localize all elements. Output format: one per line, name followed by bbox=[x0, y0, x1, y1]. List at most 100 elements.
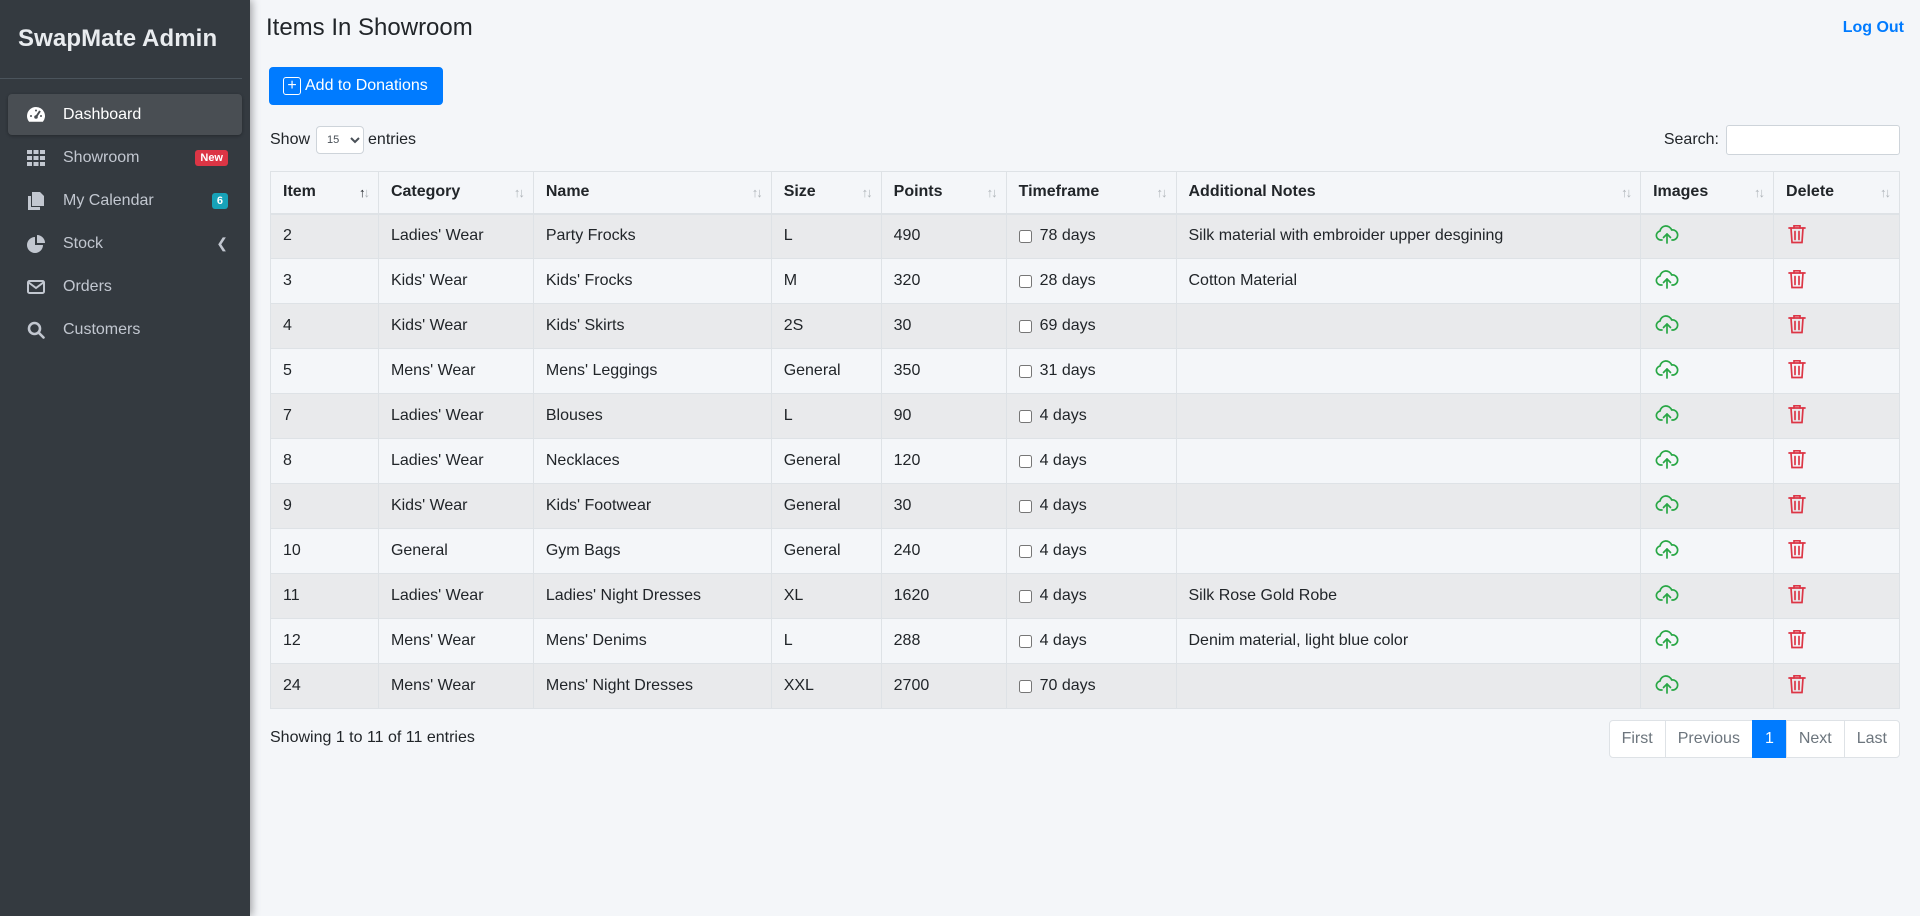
timeframe-checkbox[interactable] bbox=[1018, 409, 1032, 423]
cell-item: 3 bbox=[270, 258, 379, 304]
sidebar-item-dashboard[interactable]: Dashboard bbox=[8, 94, 242, 135]
table-search: Search: bbox=[1664, 125, 1900, 155]
cloud-upload-icon[interactable] bbox=[1655, 359, 1679, 384]
cell-size: L bbox=[770, 618, 882, 664]
timeframe-checkbox[interactable] bbox=[1018, 454, 1032, 468]
sidebar-item-customers[interactable]: Customers bbox=[8, 309, 242, 350]
trash-icon[interactable] bbox=[1788, 629, 1806, 654]
timeframe-checkbox[interactable] bbox=[1018, 229, 1032, 243]
table-row: 12 Mens' Wear Mens' Denims L 288 4 days Denim … bbox=[270, 618, 1900, 664]
timeframe-checkbox[interactable] bbox=[1018, 364, 1032, 378]
timeframe-wrapper: 4 days bbox=[1018, 452, 1164, 470]
trash-icon[interactable] bbox=[1788, 269, 1806, 294]
trash-icon[interactable] bbox=[1788, 584, 1806, 609]
table-row: 5 Mens' Wear Mens' Leggings General 350 31 da… bbox=[270, 348, 1900, 394]
timeframe-checkbox[interactable] bbox=[1018, 499, 1032, 513]
pagination-previous-button[interactable]: Previous bbox=[1664, 720, 1753, 758]
cell-timeframe: 78 days bbox=[1005, 213, 1177, 259]
cell-size: XL bbox=[770, 573, 882, 619]
cloud-upload-icon[interactable] bbox=[1655, 269, 1679, 294]
timeframe-checkbox[interactable] bbox=[1018, 634, 1032, 648]
timeframe-checkbox[interactable] bbox=[1018, 544, 1032, 558]
column-header-label: Points bbox=[893, 183, 943, 201]
cell-size: 2S bbox=[770, 303, 882, 349]
timeframe-label: 4 days bbox=[1039, 407, 1087, 424]
cell-images bbox=[1640, 303, 1775, 349]
sidebar-item-stock[interactable]: Stock ❮ bbox=[8, 223, 242, 264]
sidebar-item-orders[interactable]: Orders bbox=[8, 266, 242, 307]
timeframe-wrapper: 31 days bbox=[1018, 362, 1164, 380]
column-header-item[interactable]: Item ↑↓ bbox=[270, 171, 379, 215]
column-header-points[interactable]: Points ↑↓ bbox=[880, 171, 1007, 215]
cell-notes bbox=[1175, 393, 1642, 439]
trash-icon[interactable] bbox=[1788, 359, 1806, 384]
timeframe-checkbox[interactable] bbox=[1018, 274, 1032, 288]
grid-icon bbox=[26, 148, 46, 168]
pagination-page-current-button[interactable]: 1 bbox=[1751, 720, 1787, 758]
cloud-upload-icon[interactable] bbox=[1655, 404, 1679, 429]
cell-size: XXL bbox=[770, 663, 882, 709]
timeframe-label: 31 days bbox=[1039, 362, 1096, 379]
sort-icon: ↑↓ bbox=[1880, 185, 1891, 200]
cloud-upload-icon[interactable] bbox=[1655, 224, 1679, 249]
table-body: 2 Ladies' Wear Party Frocks L 490 78 days Silk… bbox=[270, 213, 1900, 709]
cell-size: L bbox=[770, 213, 882, 259]
column-header-delete[interactable]: Delete ↑↓ bbox=[1773, 171, 1900, 215]
timeframe-checkbox[interactable] bbox=[1018, 589, 1032, 603]
cell-delete bbox=[1773, 528, 1900, 574]
cell-delete bbox=[1773, 213, 1900, 259]
sort-icon: ↑↓ bbox=[861, 185, 873, 200]
cloud-upload-icon[interactable] bbox=[1655, 494, 1679, 519]
logout-link[interactable]: Log Out bbox=[1843, 19, 1904, 37]
trash-icon[interactable] bbox=[1788, 449, 1806, 474]
cell-name: Kids' Frocks bbox=[532, 258, 772, 304]
cloud-upload-icon[interactable] bbox=[1655, 449, 1679, 474]
pagination-next-button[interactable]: Next bbox=[1785, 720, 1845, 758]
timeframe-wrapper: 4 days bbox=[1018, 587, 1164, 605]
column-header-notes[interactable]: Additional Notes ↑↓ bbox=[1175, 171, 1642, 215]
cell-points: 288 bbox=[880, 618, 1007, 664]
cloud-upload-icon[interactable] bbox=[1655, 674, 1679, 699]
cell-name: Mens' Night Dresses bbox=[532, 663, 772, 709]
trash-icon[interactable] bbox=[1788, 404, 1806, 429]
pagination-first-button[interactable]: First bbox=[1608, 720, 1666, 758]
column-header-name[interactable]: Name ↑↓ bbox=[532, 171, 772, 215]
cell-name: Mens' Denims bbox=[532, 618, 772, 664]
column-header-images[interactable]: Images ↑↓ bbox=[1640, 171, 1775, 215]
trash-icon[interactable] bbox=[1788, 224, 1806, 249]
cell-category: Mens' Wear bbox=[377, 618, 534, 664]
sidebar-item-label: Showroom bbox=[63, 148, 140, 166]
cell-images bbox=[1640, 258, 1775, 304]
column-header-timeframe[interactable]: Timeframe ↑↓ bbox=[1005, 171, 1177, 215]
timeframe-checkbox[interactable] bbox=[1018, 319, 1032, 333]
add-to-donations-button[interactable]: + Add to Donations bbox=[269, 67, 443, 105]
trash-icon[interactable] bbox=[1788, 314, 1806, 339]
sort-icon: ↑↓ bbox=[1621, 185, 1632, 200]
cloud-upload-icon[interactable] bbox=[1655, 314, 1679, 339]
cell-size: General bbox=[770, 348, 882, 394]
cell-notes bbox=[1175, 303, 1642, 349]
trash-icon[interactable] bbox=[1788, 494, 1806, 519]
brand-logo-text[interactable]: SwapMate Admin bbox=[0, 0, 242, 79]
column-header-category[interactable]: Category ↑↓ bbox=[377, 171, 534, 215]
search-input[interactable] bbox=[1726, 125, 1900, 155]
cell-timeframe: 4 days bbox=[1005, 438, 1177, 484]
cell-name: Gym Bags bbox=[532, 528, 772, 574]
table-row: 4 Kids' Wear Kids' Skirts 2S 30 69 days bbox=[270, 303, 1900, 349]
cell-timeframe: 4 days bbox=[1005, 528, 1177, 574]
timeframe-checkbox[interactable] bbox=[1018, 679, 1032, 693]
sidebar-item-showroom[interactable]: Showroom New bbox=[8, 137, 242, 178]
column-header-size[interactable]: Size ↑↓ bbox=[770, 171, 882, 215]
cloud-upload-icon[interactable] bbox=[1655, 629, 1679, 654]
cell-category: Ladies' Wear bbox=[377, 573, 534, 619]
cloud-upload-icon[interactable] bbox=[1655, 584, 1679, 609]
cloud-upload-icon[interactable] bbox=[1655, 539, 1679, 564]
trash-icon[interactable] bbox=[1788, 674, 1806, 699]
table-row: 24 Mens' Wear Mens' Night Dresses XXL 2700 70… bbox=[270, 663, 1900, 709]
cell-images bbox=[1640, 438, 1775, 484]
pagination-last-button[interactable]: Last bbox=[1843, 720, 1900, 758]
trash-icon[interactable] bbox=[1788, 539, 1806, 564]
column-header-label: Images bbox=[1653, 183, 1709, 201]
page-length-select[interactable]: 15 bbox=[316, 126, 365, 154]
sidebar-item-my-calendar[interactable]: My Calendar 6 bbox=[8, 180, 242, 221]
